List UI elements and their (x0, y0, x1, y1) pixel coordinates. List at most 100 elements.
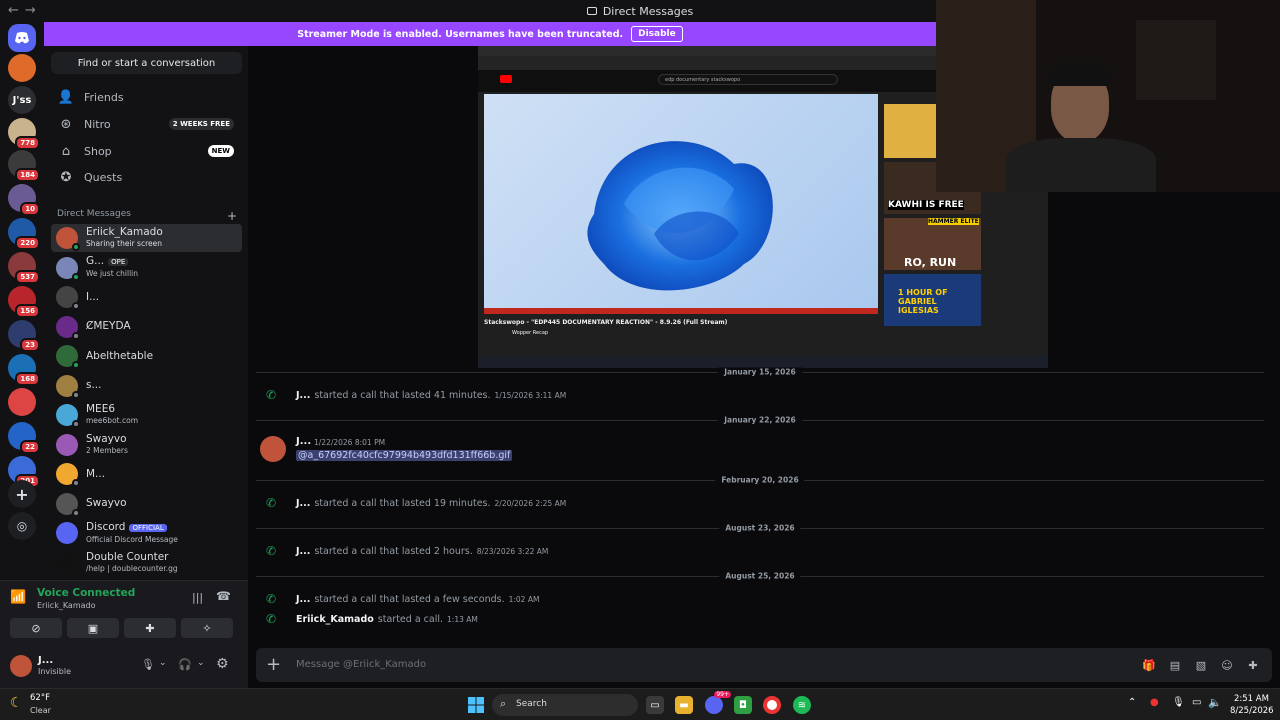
dm-subtext: We just chillin (86, 269, 139, 278)
dm-item[interactable]: Abelthetable (51, 342, 242, 370)
activities-icon: ✚ (145, 621, 155, 635)
dm-item[interactable]: MEE6 mee6bot.com (51, 401, 242, 429)
activities-button[interactable]: ✚ (124, 618, 176, 638)
dm-subtext: Sharing their screen (86, 239, 162, 248)
call-user[interactable]: J... (296, 498, 310, 509)
server-icon[interactable]: 778 (8, 118, 40, 150)
xbox-icon[interactable]: ◘ (734, 696, 752, 714)
gif-icon[interactable]: ▤ (1168, 658, 1182, 672)
create-dm-icon[interactable]: + (227, 209, 237, 223)
server-icon[interactable]: 156 (8, 286, 40, 318)
dm-name: s... (86, 379, 102, 391)
call-user[interactable]: J... (296, 546, 310, 557)
dm-badge: OPE (108, 258, 129, 266)
server-icon[interactable]: 168 (8, 354, 40, 386)
dm-item[interactable]: Discord OFFICIAL Official Discord Message (51, 519, 242, 547)
volume-icon[interactable]: 🔈 (1208, 696, 1222, 709)
spotify-icon[interactable]: ≋ (793, 696, 811, 714)
settings-gear-icon[interactable]: ⚙ (216, 656, 229, 672)
dm-item[interactable]: Swayvo 2 Members (51, 431, 242, 459)
chevron-up-icon[interactable]: ⌃ (1128, 697, 1136, 708)
add-attachment-icon[interactable]: + (266, 654, 281, 675)
task-view-icon[interactable]: ▭ (646, 696, 664, 714)
avatar (56, 463, 80, 487)
server-icon[interactable]: 184 (8, 150, 40, 182)
nav-label: Friends (84, 90, 124, 104)
server-icon[interactable]: 22 (8, 422, 40, 454)
soundboard-button[interactable]: ✧ (181, 618, 233, 638)
nav-nitro[interactable]: ⊛ Nitro 2 WEEKS FREE (51, 111, 242, 137)
message-author[interactable]: J... (296, 436, 311, 447)
user-avatar[interactable] (10, 655, 32, 677)
nav-quests[interactable]: ✪ Quests (51, 164, 242, 190)
server-icon[interactable]: 220 (8, 218, 40, 250)
discover-icon[interactable]: ◎ (8, 512, 36, 540)
avatar (56, 551, 78, 574)
mic-icon[interactable]: 🎙 (141, 658, 155, 671)
thumb: 1 HOUR OF GABRIEL IGLESIAS (884, 274, 981, 326)
clock-date[interactable]: 8/25/2026 (1230, 706, 1274, 716)
chevron-down-icon[interactable]: ⌄ (197, 658, 205, 668)
dm-item[interactable]: Eriick_Kamado Sharing their screen (51, 224, 242, 252)
server-icon[interactable]: 537 (8, 252, 40, 284)
avatar (56, 227, 80, 251)
call-user[interactable]: Eriick_Kamado (296, 614, 374, 625)
dm-item[interactable]: ȻMEYDA (51, 313, 242, 341)
apps-icon[interactable]: ✚ (1246, 658, 1260, 672)
chevron-down-icon[interactable]: ⌄ (159, 658, 167, 668)
clock-time[interactable]: 2:51 AM (1234, 694, 1269, 704)
status-dot (72, 243, 80, 251)
taskbar-search[interactable]: ⌕ Search (492, 694, 638, 716)
headphones-icon[interactable]: 🎧 (178, 658, 192, 671)
screen-share-button[interactable]: ▣ (67, 618, 119, 638)
avatar (56, 345, 80, 369)
discord-taskbar-icon[interactable]: 99+ (705, 691, 731, 714)
weather-icon[interactable]: ☾ (10, 695, 23, 711)
server-icon[interactable] (8, 388, 36, 416)
disable-button[interactable]: Disable (631, 26, 683, 42)
dm-subtext: /help | doublecounter.gg (86, 563, 178, 573)
dm-item[interactable]: s... (51, 372, 242, 400)
call-user[interactable]: J... (296, 390, 310, 401)
dm-item[interactable]: G... OPE We just chillin (51, 254, 242, 282)
nav-arrows[interactable]: ←→ (8, 3, 42, 18)
disconnect-icon[interactable]: ☎ (216, 589, 231, 603)
nav-shop[interactable]: ⌂ Shop NEW (51, 138, 242, 164)
server-icon[interactable] (8, 54, 36, 82)
discord-home-icon[interactable] (8, 24, 36, 52)
voice-panel: 📶 Voice Connected Eriick_Kamado ||| ☎ ⊘ … (0, 580, 248, 688)
server-icon[interactable]: 10 (8, 184, 40, 216)
chat-message: J... 1/22/2026 8:01 PM @a_67692fc40cfc97… (258, 434, 1158, 468)
server-icon[interactable]: J'ss (8, 86, 36, 114)
message-input[interactable]: Message @Eriick_Kamado (296, 659, 426, 670)
add-server-icon[interactable]: + (8, 480, 36, 508)
date-divider: January 22, 2026 (256, 415, 1264, 425)
nav-friends[interactable]: 👤 Friends (51, 84, 242, 110)
emoji-icon[interactable]: ☺ (1220, 658, 1234, 672)
soundboard-icon: ✧ (202, 621, 212, 635)
sticker-icon[interactable]: ▧ (1194, 658, 1208, 672)
file-explorer-icon[interactable]: ▬ (675, 696, 693, 714)
chrome-icon[interactable] (763, 696, 781, 714)
noise-suppression-icon[interactable]: ||| (192, 591, 203, 604)
friends-icon: 👤 (57, 89, 75, 105)
message-avatar[interactable] (260, 436, 286, 462)
status-dot (72, 420, 80, 428)
dm-item[interactable]: Double Counter/help | doublecounter.gg (51, 549, 242, 577)
mic-tray-icon[interactable]: 🎙 (1172, 697, 1185, 708)
dm-item[interactable]: I... (51, 283, 242, 311)
dm-item[interactable]: M... (51, 460, 242, 488)
camera-off-button[interactable]: ⊘ (10, 618, 62, 638)
mention-badge: 22 (20, 440, 40, 454)
tray-icon[interactable]: ● (1150, 697, 1159, 708)
call-user[interactable]: J... (296, 594, 310, 605)
find-conversation-button[interactable]: Find or start a conversation (51, 52, 242, 74)
display-icon[interactable]: ▭ (1192, 697, 1201, 708)
start-icon[interactable] (467, 696, 485, 714)
gift-icon[interactable]: 🎁 (1142, 658, 1156, 672)
attachment-link[interactable]: @a_67692fc40cfc97994b493dfd131ff66b.gif (296, 450, 513, 461)
phone-icon: ✆ (266, 544, 277, 558)
user-status: Invisible (38, 667, 71, 676)
server-icon[interactable]: 23 (8, 320, 40, 352)
dm-item[interactable]: Swayvo (51, 490, 242, 518)
